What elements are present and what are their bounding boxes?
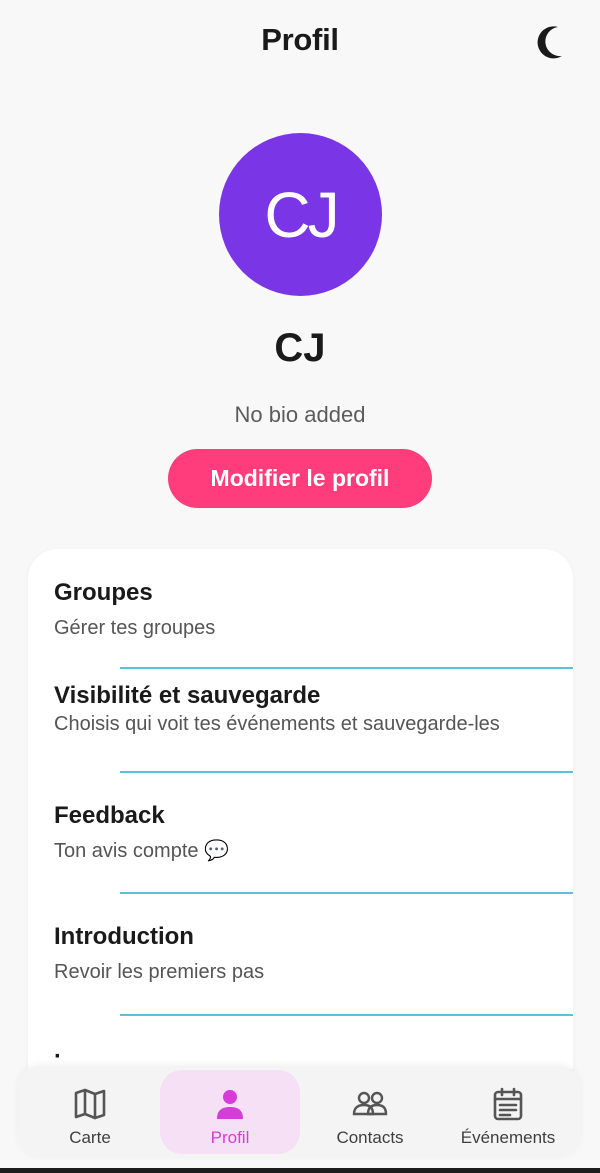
nav-item-contacts[interactable]: Contacts [300,1070,440,1154]
menu-item-title: Groupes [54,579,153,606]
menu-item-introduction[interactable]: Introduction Revoir les premiers pas [28,894,573,1014]
menu-item-feedback[interactable]: Feedback Ton avis compte 💬 [28,773,573,893]
nav-label: Événements [460,1128,556,1147]
nav-item-evenements[interactable]: Événements [438,1070,578,1154]
avatar-initials: CJ [264,178,339,251]
menu-item-title: Feedback [54,802,165,829]
menu-item-subtitle: Gérer tes groupes [54,617,216,639]
user-icon [212,1086,248,1122]
nav-label: Profil [210,1128,250,1147]
header: Profil [0,0,600,84]
menu-item-title: Introduction [54,923,194,950]
menu-item-subtitle: Revoir les premiers pas [54,961,265,983]
moon-icon[interactable] [530,22,570,62]
menu-item-subtitle: Choisis qui voit tes événements et sauve… [54,713,500,735]
profile-screen: Profil CJ CJ No bio added Modifier le pr… [0,0,600,1173]
screen-bottom-edge [0,1168,600,1173]
page-title: Profil [261,22,339,57]
menu-item-title: Visibilité et sauvegarde [54,682,321,709]
divider [120,1014,573,1016]
settings-menu: Groupes Gérer tes groupes Visibilité et … [28,549,573,1069]
nav-item-carte[interactable]: Carte [20,1070,160,1154]
bottom-nav: Carte Profil Contacts Événements [18,1066,580,1158]
menu-item-subtitle: Ton avis compte 💬 [54,840,229,862]
avatar: CJ [219,133,382,296]
nav-label: Carte [69,1128,111,1147]
menu-item-groups[interactable]: Groupes Gérer tes groupes [28,549,573,669]
nav-label: Contacts [336,1128,404,1147]
profile-bio: No bio added [234,402,366,427]
nav-item-profil[interactable]: Profil [160,1070,300,1154]
map-icon [72,1086,108,1122]
users-icon [352,1086,388,1122]
profile-name: CJ [274,326,326,370]
menu-item-visibility[interactable]: Visibilité et sauvegarde Choisis qui voi… [28,669,573,773]
edit-profile-button[interactable]: Modifier le profil [168,449,432,508]
calendar-icon [490,1086,526,1122]
